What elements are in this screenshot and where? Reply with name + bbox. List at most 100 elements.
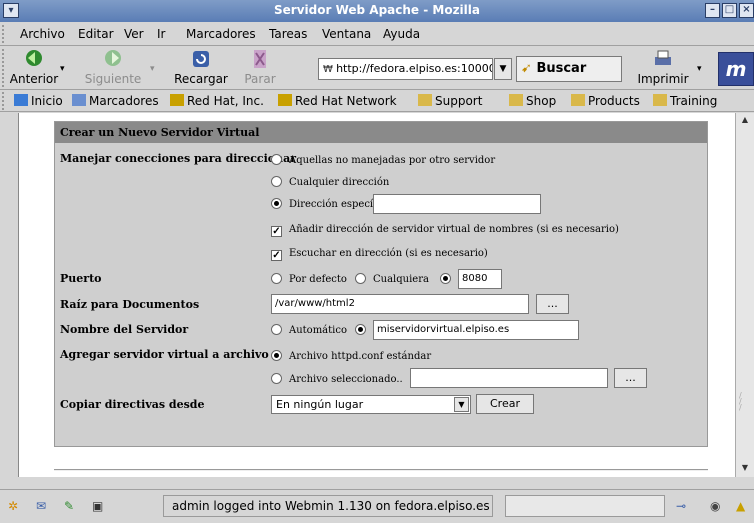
url-history-dropdown[interactable]: ▼: [494, 58, 512, 80]
port-radio-default[interactable]: [271, 273, 282, 284]
menu-ventana[interactable]: Ventana: [322, 27, 371, 41]
composer-icon[interactable]: ✎: [64, 499, 80, 513]
scroll-up-icon[interactable]: ▲: [738, 115, 752, 127]
bookmark-label: Red Hat Network: [295, 94, 397, 108]
addfile-radio-selected[interactable]: [271, 373, 282, 384]
addfile-option-standard[interactable]: Archivo httpd.conf estándar: [271, 350, 431, 362]
addr-label: Manejar conecciones para direccionar: [60, 152, 297, 165]
vhost-checkbox[interactable]: ✓: [271, 226, 282, 237]
mail-icon[interactable]: ✉: [36, 499, 52, 513]
vertical-scrollbar[interactable]: ▲ / / / ▼: [735, 113, 754, 477]
maximize-icon[interactable]: □: [722, 3, 737, 18]
home-icon: [14, 94, 28, 106]
port-option-default[interactable]: Por defecto: [271, 273, 347, 285]
bookmark-redhat-inc[interactable]: Red Hat, Inc.: [170, 94, 264, 108]
bookmark-marcadores[interactable]: Marcadores: [72, 94, 159, 108]
print-label: Imprimir: [637, 72, 689, 86]
listen-checkbox-row[interactable]: ✓ Escuchar en dirección (si es necesario): [271, 248, 488, 261]
reload-button[interactable]: Recargar: [170, 48, 232, 86]
close-icon[interactable]: ×: [739, 3, 754, 18]
bookmark-training[interactable]: Training: [653, 94, 717, 108]
bookmark-inicio[interactable]: Inicio: [14, 94, 63, 108]
bookmarks-icon: [72, 94, 86, 106]
bookmark-redhat-network[interactable]: Red Hat Network: [278, 94, 397, 108]
bookmark-label: Inicio: [31, 94, 63, 108]
mozilla-logo-icon[interactable]: m: [718, 52, 754, 86]
menu-tareas[interactable]: Tareas: [269, 27, 307, 41]
addfile-browse-button[interactable]: ...: [614, 368, 647, 388]
docroot-label: Raíz para Documentos: [60, 298, 200, 311]
folder-icon: [571, 94, 585, 106]
bookmark-label: Products: [588, 94, 640, 108]
addfile-option-selected[interactable]: Archivo seleccionado..: [271, 373, 403, 385]
port-radio-any[interactable]: [355, 273, 366, 284]
title-bar: ▾ Servidor Web Apache - Mozilla – □ ×: [0, 0, 754, 22]
servername-radio-custom[interactable]: [355, 324, 366, 335]
addr-radio-any[interactable]: [271, 176, 282, 187]
security-icon[interactable]: ▲: [736, 499, 752, 513]
forward-dropdown-icon[interactable]: ▾: [150, 64, 155, 74]
form-header: Crear un Nuevo Servidor Virtual: [55, 122, 707, 143]
servername-radio-auto[interactable]: [271, 324, 282, 335]
url-input[interactable]: ₩ http://fedora.elpiso.es:10000: [318, 58, 493, 80]
menu-marcadores[interactable]: Marcadores: [186, 27, 256, 41]
option-label: Automático: [289, 325, 347, 336]
online-status-icon[interactable]: ⊸: [676, 499, 692, 513]
forward-button[interactable]: Siguiente: [78, 48, 148, 86]
menu-ver[interactable]: Ver: [124, 27, 144, 41]
addr-radio-specific[interactable]: [271, 198, 282, 209]
bookmark-support[interactable]: Support: [418, 94, 482, 108]
listen-checkbox[interactable]: ✓: [271, 250, 282, 261]
bookmark-shop[interactable]: Shop: [509, 94, 556, 108]
menubar-grip[interactable]: [2, 25, 7, 43]
port-input[interactable]: 8080: [458, 269, 502, 289]
menu-ayuda[interactable]: Ayuda: [383, 27, 420, 41]
stop-button[interactable]: Parar: [238, 48, 282, 86]
port-label: Puerto: [60, 272, 102, 285]
port-option-any[interactable]: Cualquiera: [355, 273, 429, 285]
stop-icon: [254, 50, 266, 68]
print-dropdown-icon[interactable]: ▾: [697, 64, 702, 74]
toolbar-grip[interactable]: [2, 49, 7, 87]
menu-archivo[interactable]: Archivo: [20, 27, 65, 41]
docroot-input[interactable]: /var/www/html2: [271, 294, 529, 314]
addressbook-icon[interactable]: ▣: [92, 499, 108, 513]
bookmark-products[interactable]: Products: [571, 94, 640, 108]
addr-option-unhandled[interactable]: Aquellas no manejadas por otro servidor: [271, 154, 495, 166]
back-button[interactable]: Anterior: [8, 48, 60, 86]
bookmark-label: Shop: [526, 94, 557, 108]
navigation-toolbar: Anterior ▾ Siguiente ▾ Recargar Parar ₩ …: [0, 46, 754, 90]
addr-specific-input[interactable]: [373, 194, 541, 214]
addr-radio-unhandled[interactable]: [271, 154, 282, 165]
popup-blocker-icon[interactable]: ◉: [710, 499, 726, 513]
copy-select[interactable]: En ningún lugar ▼: [271, 395, 471, 414]
scroll-down-icon[interactable]: ▼: [738, 463, 752, 475]
reload-label: Recargar: [174, 72, 228, 86]
addfile-label: Agregar servidor virtual a archivo: [60, 348, 269, 361]
create-button[interactable]: Crear: [476, 394, 534, 414]
port-radio-custom[interactable]: [440, 273, 451, 284]
addfile-input[interactable]: [410, 368, 608, 388]
docroot-browse-button[interactable]: ...: [536, 294, 569, 314]
addfile-radio-standard[interactable]: [271, 350, 282, 361]
minimize-icon[interactable]: –: [705, 3, 720, 18]
menu-ir[interactable]: Ir: [157, 27, 165, 41]
forward-label: Siguiente: [84, 72, 142, 86]
vhost-checkbox-row[interactable]: ✓ Añadir dirección de servidor virtual de…: [271, 224, 619, 237]
scroll-grip-icon[interactable]: / / /: [739, 392, 751, 423]
browser-window: ▾ Servidor Web Apache - Mozilla – □ × Ar…: [0, 0, 754, 523]
menu-bar: Archivo Editar Ver Ir Marcadores Tareas …: [0, 22, 754, 46]
servername-option-auto[interactable]: Automático: [271, 324, 347, 336]
addr-option-any[interactable]: Cualquier dirección: [271, 176, 389, 188]
bookmarks-grip[interactable]: [2, 92, 7, 110]
print-button[interactable]: Imprimir: [632, 48, 694, 86]
back-dropdown-icon[interactable]: ▾: [60, 64, 65, 74]
servername-option-custom[interactable]: [355, 324, 373, 336]
servername-input[interactable]: miservidorvirtual.elpiso.es: [373, 320, 579, 340]
search-button[interactable]: ➹ Buscar: [516, 56, 622, 82]
port-option-custom[interactable]: [440, 273, 458, 285]
url-text: http://fedora.elpiso.es:10000: [336, 62, 493, 75]
menu-editar[interactable]: Editar: [78, 27, 114, 41]
navigator-icon[interactable]: ✲: [8, 499, 24, 513]
back-label: Anterior: [9, 72, 59, 86]
